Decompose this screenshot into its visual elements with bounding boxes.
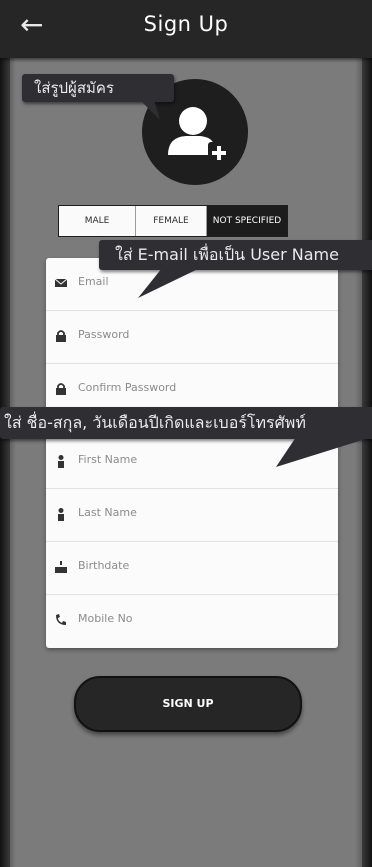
profile-hint-pointer (276, 437, 372, 467)
password-placeholder: Password (78, 328, 130, 341)
sign-up-screen: ← Sign Up ใส่รูปผู้สมัคร MALE FEMALE NOT… (0, 0, 372, 867)
password-field[interactable]: Password (46, 311, 338, 364)
first-name-placeholder: First Name (78, 453, 138, 466)
photo-hint-tooltip: ใส่รูปผู้สมัคร (22, 74, 174, 102)
lock-icon (56, 383, 66, 395)
profile-hint-tooltip: ใส่ ชื่อ-สกุล, วันเดือนปีเกิดและเบอร์โทร… (0, 407, 372, 439)
lock-icon (56, 330, 66, 342)
photo-hint-text: ใส่รูปผู้สมัคร (34, 79, 114, 97)
gender-option-not-specified[interactable]: NOT SPECIFIED (207, 206, 287, 236)
last-name-placeholder: Last Name (78, 506, 137, 519)
email-hint-tooltip: ใส่ E-mail เพื่อเป็น User Name (99, 240, 372, 270)
confirm-password-placeholder: Confirm Password (78, 381, 177, 394)
gender-option-male[interactable]: MALE (59, 206, 136, 236)
email-hint-pointer (138, 268, 200, 298)
email-hint-text: ใส่ E-mail เพื่อเป็น User Name (115, 245, 339, 264)
phone-icon (56, 614, 66, 625)
sign-up-button[interactable]: SIGN UP (74, 676, 302, 732)
mobile-number-placeholder: Mobile No (78, 612, 133, 625)
envelope-icon (54, 278, 68, 287)
gender-option-female[interactable]: FEMALE (136, 206, 207, 236)
last-name-field[interactable]: Last Name (46, 489, 338, 542)
photo-hint-pointer (140, 100, 160, 120)
cake-icon (55, 561, 67, 573)
mobile-number-field[interactable]: Mobile No (46, 595, 338, 647)
birthdate-field[interactable]: Birthdate (46, 542, 338, 595)
email-placeholder: Email (78, 275, 109, 288)
page-title: Sign Up (143, 12, 229, 36)
birthdate-placeholder: Birthdate (78, 559, 130, 572)
left-frame-edge (0, 58, 10, 867)
app-bar: ← Sign Up (0, 0, 372, 58)
person-icon (58, 455, 64, 468)
gender-selector: MALE FEMALE NOT SPECIFIED (58, 205, 288, 237)
person-icon (58, 508, 64, 521)
profile-hint-text: ใส่ ชื่อ-สกุล, วันเดือนปีเกิดและเบอร์โทร… (4, 413, 306, 432)
